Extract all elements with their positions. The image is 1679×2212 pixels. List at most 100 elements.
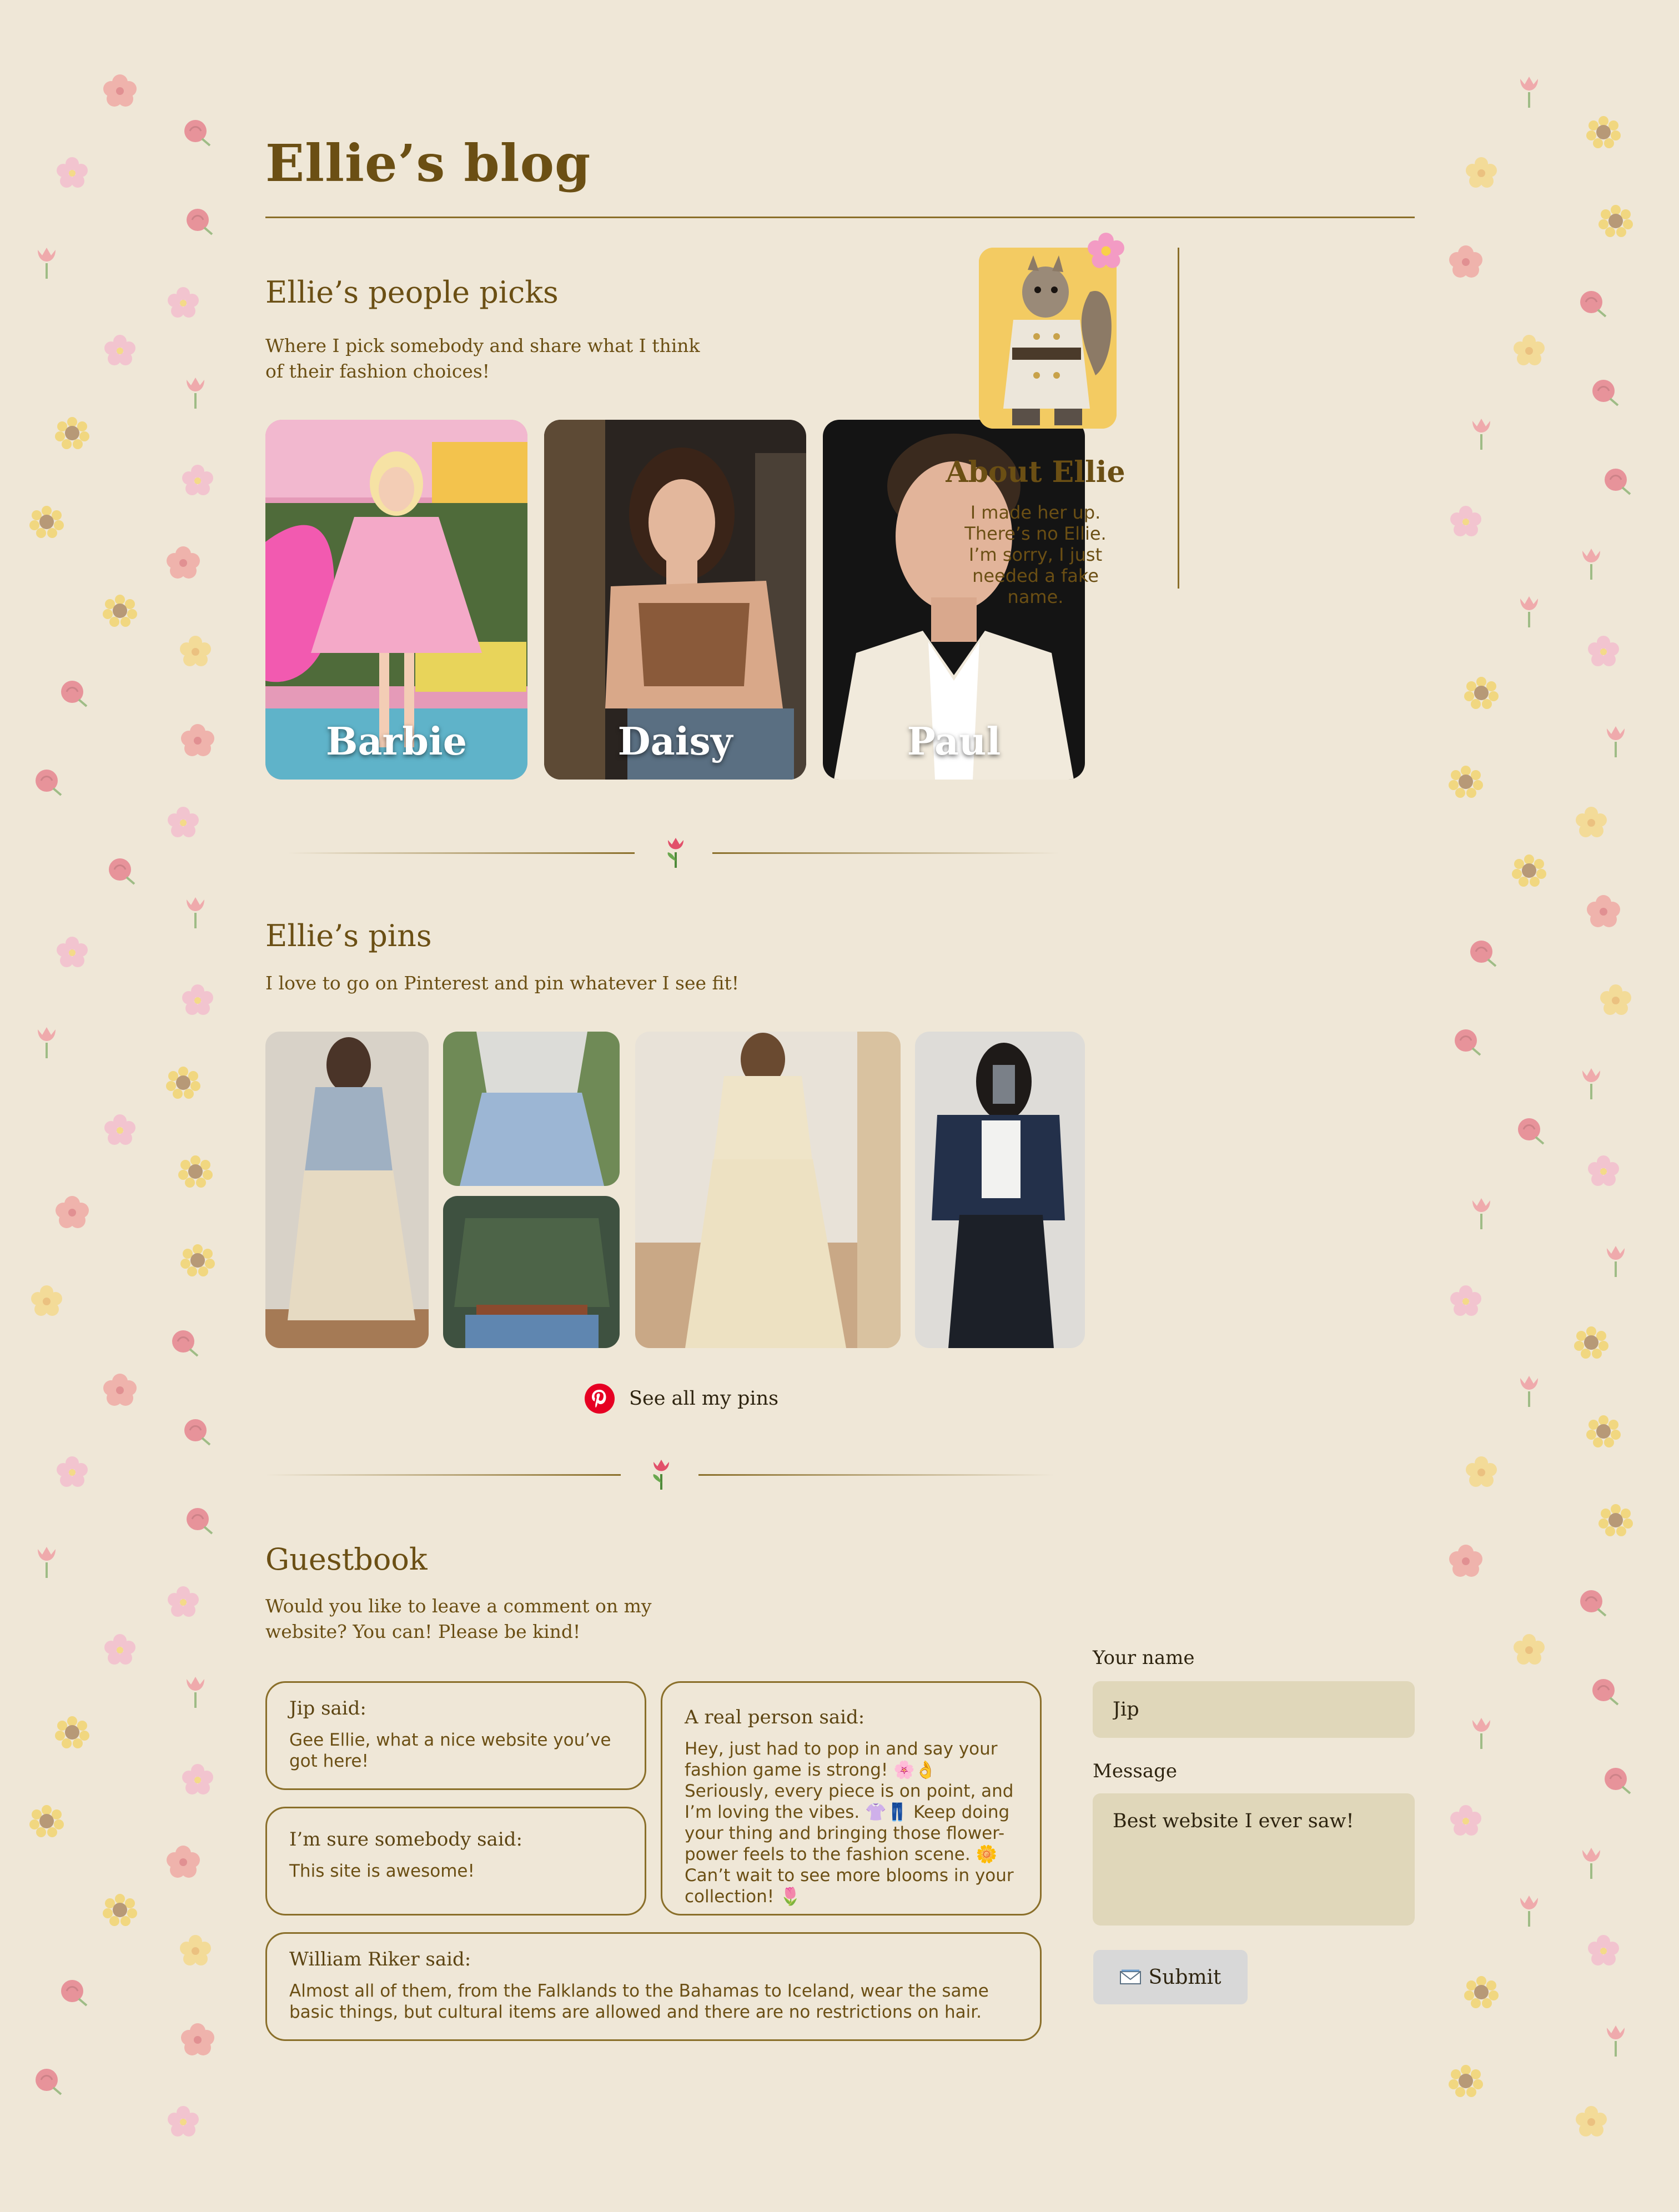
tulip-icon (29, 1024, 64, 1059)
pick-name: Paul (907, 720, 1001, 764)
cherry-blossom-icon (1448, 1284, 1484, 1319)
tulip-icon (1464, 1195, 1499, 1230)
message-input[interactable] (1093, 1793, 1415, 1926)
blossom-icon (1511, 333, 1547, 369)
rose-icon (1598, 1762, 1633, 1798)
cherry-blossom-icon (1586, 634, 1621, 670)
sunflower-icon (1464, 1974, 1499, 2010)
hibiscus-icon (1448, 244, 1484, 280)
cherry-blossom-icon (180, 1762, 215, 1798)
tulip-icon (1598, 723, 1633, 758)
blossom-icon (178, 1933, 213, 1969)
blossom-icon (1598, 983, 1633, 1018)
sunflower-icon (1511, 853, 1547, 888)
entry-text: Almost all of them, from the Falklands t… (289, 1981, 989, 2022)
cherry-blossom-icon (165, 805, 201, 841)
rose-icon (1511, 1113, 1547, 1148)
blossom-icon (1511, 1632, 1547, 1668)
see-all-pins-link[interactable]: See all my pins (585, 1384, 778, 1414)
cherry-blossom-icon (165, 285, 201, 321)
name-input[interactable] (1093, 1681, 1415, 1738)
section-divider-line (265, 1474, 621, 1476)
hibiscus-icon (102, 73, 138, 109)
avatar (979, 248, 1117, 429)
title-divider (265, 217, 1415, 218)
rose-icon (102, 853, 138, 888)
cherry-blossom-icon (1087, 232, 1125, 270)
pin-image[interactable] (443, 1196, 620, 1348)
blossom-icon (1574, 2104, 1609, 2140)
hibiscus-icon (102, 1373, 138, 1408)
submit-button[interactable]: Submit (1093, 1950, 1248, 2004)
guestbook-title: Guestbook (265, 1542, 428, 1577)
tulip-icon (1464, 1715, 1499, 1750)
pins-description: I love to go on Pinterest and pin whatev… (265, 972, 740, 994)
rose-icon (180, 203, 215, 239)
entry-author: Jip said: (289, 1697, 366, 1720)
tulip-icon (178, 894, 213, 929)
guestbook-entry: Jip said: Gee Ellie, what a nice website… (265, 1681, 646, 1790)
sunflower-icon (54, 1715, 90, 1750)
entry-author: I’m sure somebody said: (289, 1828, 522, 1851)
sunflower-icon (165, 1065, 201, 1100)
rose-icon (180, 1502, 215, 1538)
pin-image[interactable] (915, 1032, 1085, 1348)
tulip-icon (29, 1544, 64, 1579)
squirrel-avatar-image (979, 248, 1117, 429)
pins-title: Ellie’s pins (265, 918, 432, 953)
pick-card-daisy[interactable]: Daisy (544, 420, 806, 780)
tulip-icon (178, 1673, 213, 1709)
pick-card-barbie[interactable]: Barbie (265, 420, 527, 780)
tulip-icon (1511, 593, 1547, 629)
entry-text: Gee Ellie, what a nice website you’ve go… (289, 1730, 611, 1771)
rose-icon (1464, 935, 1499, 971)
rose-icon (178, 1414, 213, 1449)
sunflower-icon (29, 504, 64, 540)
tulip-icon (29, 244, 64, 280)
cherry-blossom-icon (54, 1455, 90, 1490)
entry-text: Hey, just had to pop in and say your fas… (685, 1739, 1014, 1907)
pin-image[interactable] (635, 1032, 901, 1348)
guestbook-entry: I’m sure somebody said: This site is awe… (265, 1807, 646, 1916)
pin-image[interactable] (443, 1032, 620, 1186)
hibiscus-icon (165, 1844, 201, 1880)
people-picks-title: Ellie’s people picks (265, 275, 559, 310)
cherry-blossom-icon (102, 1632, 138, 1668)
cherry-blossom-icon (102, 333, 138, 369)
hibiscus-icon (1586, 894, 1621, 929)
sunflower-icon (178, 1154, 213, 1189)
sunflower-icon (1464, 675, 1499, 711)
cherry-blossom-icon (1586, 1933, 1621, 1969)
sidebar-divider (1178, 248, 1179, 589)
about-title: About Ellie (946, 455, 1125, 489)
rose-icon (29, 2063, 64, 2099)
rose-icon (1448, 1024, 1484, 1059)
blossom-icon (1574, 805, 1609, 841)
about-text: I made her up. There’s no Ellie. I’m sor… (964, 502, 1107, 607)
rose-icon (54, 675, 90, 711)
cherry-blossom-icon (165, 2104, 201, 2140)
entry-author: William Riker said: (289, 1948, 471, 1970)
blossom-icon (1464, 155, 1499, 191)
sunflower-icon (1586, 114, 1621, 150)
sunflower-icon (102, 1892, 138, 1928)
sunflower-icon (102, 593, 138, 629)
hibiscus-icon (180, 2022, 215, 2058)
page-content: Ellie’s blog Ellie’s people picks Where … (265, 0, 1415, 2212)
cherry-blossom-icon (54, 935, 90, 971)
cherry-blossom-icon (1448, 504, 1484, 540)
sunflower-icon (1598, 203, 1633, 239)
rose-icon (1598, 463, 1633, 499)
pin-image[interactable] (265, 1032, 429, 1348)
rose-icon (1586, 1673, 1621, 1709)
tulip-icon (1511, 1892, 1547, 1928)
rose-icon (1586, 374, 1621, 410)
rose-icon (1574, 285, 1609, 321)
pinterest-icon (585, 1384, 615, 1414)
rose-icon (29, 764, 64, 800)
entry-author: A real person said: (685, 1706, 865, 1728)
hibiscus-icon (180, 723, 215, 758)
tulip-icon (1598, 2022, 1633, 2058)
rose-icon (54, 1974, 90, 2010)
sunflower-icon (1448, 2063, 1484, 2099)
